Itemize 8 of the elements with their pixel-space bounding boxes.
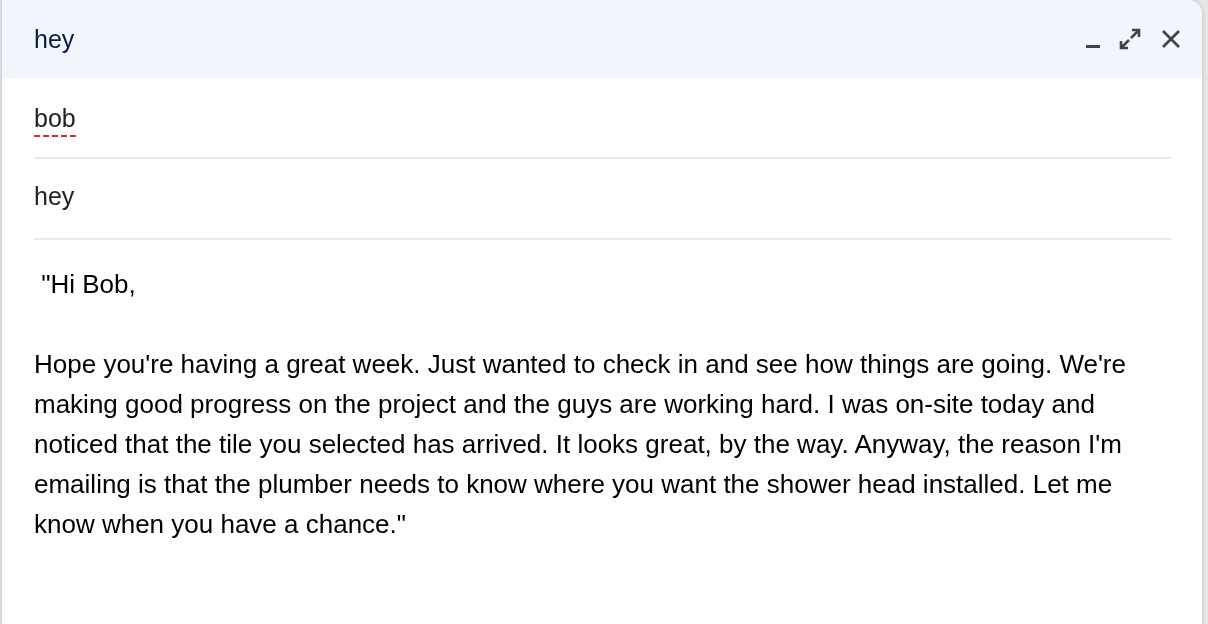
message-paragraph: Hope you're having a great week. Just wanted to check in and see how things are going. We're making good progress on the project and the guys are working hard. I was on-site today and noticed that the tile you selected has arrived. It looks great, by the way. Anyway, the reason I'm emailing is that the plumber needs to know where you want the shower head installed. Let me know when you have a chance." <box>34 348 1127 541</box>
minimize-icon <box>1086 44 1100 48</box>
close-icon <box>1160 28 1182 50</box>
recipient-field[interactable]: bob <box>34 104 76 137</box>
window-title: hey <box>34 24 75 54</box>
expand-icon <box>1118 27 1142 51</box>
message-paragraph: "Hi Bob, <box>40 268 137 301</box>
subject-field[interactable]: hey <box>34 182 75 215</box>
